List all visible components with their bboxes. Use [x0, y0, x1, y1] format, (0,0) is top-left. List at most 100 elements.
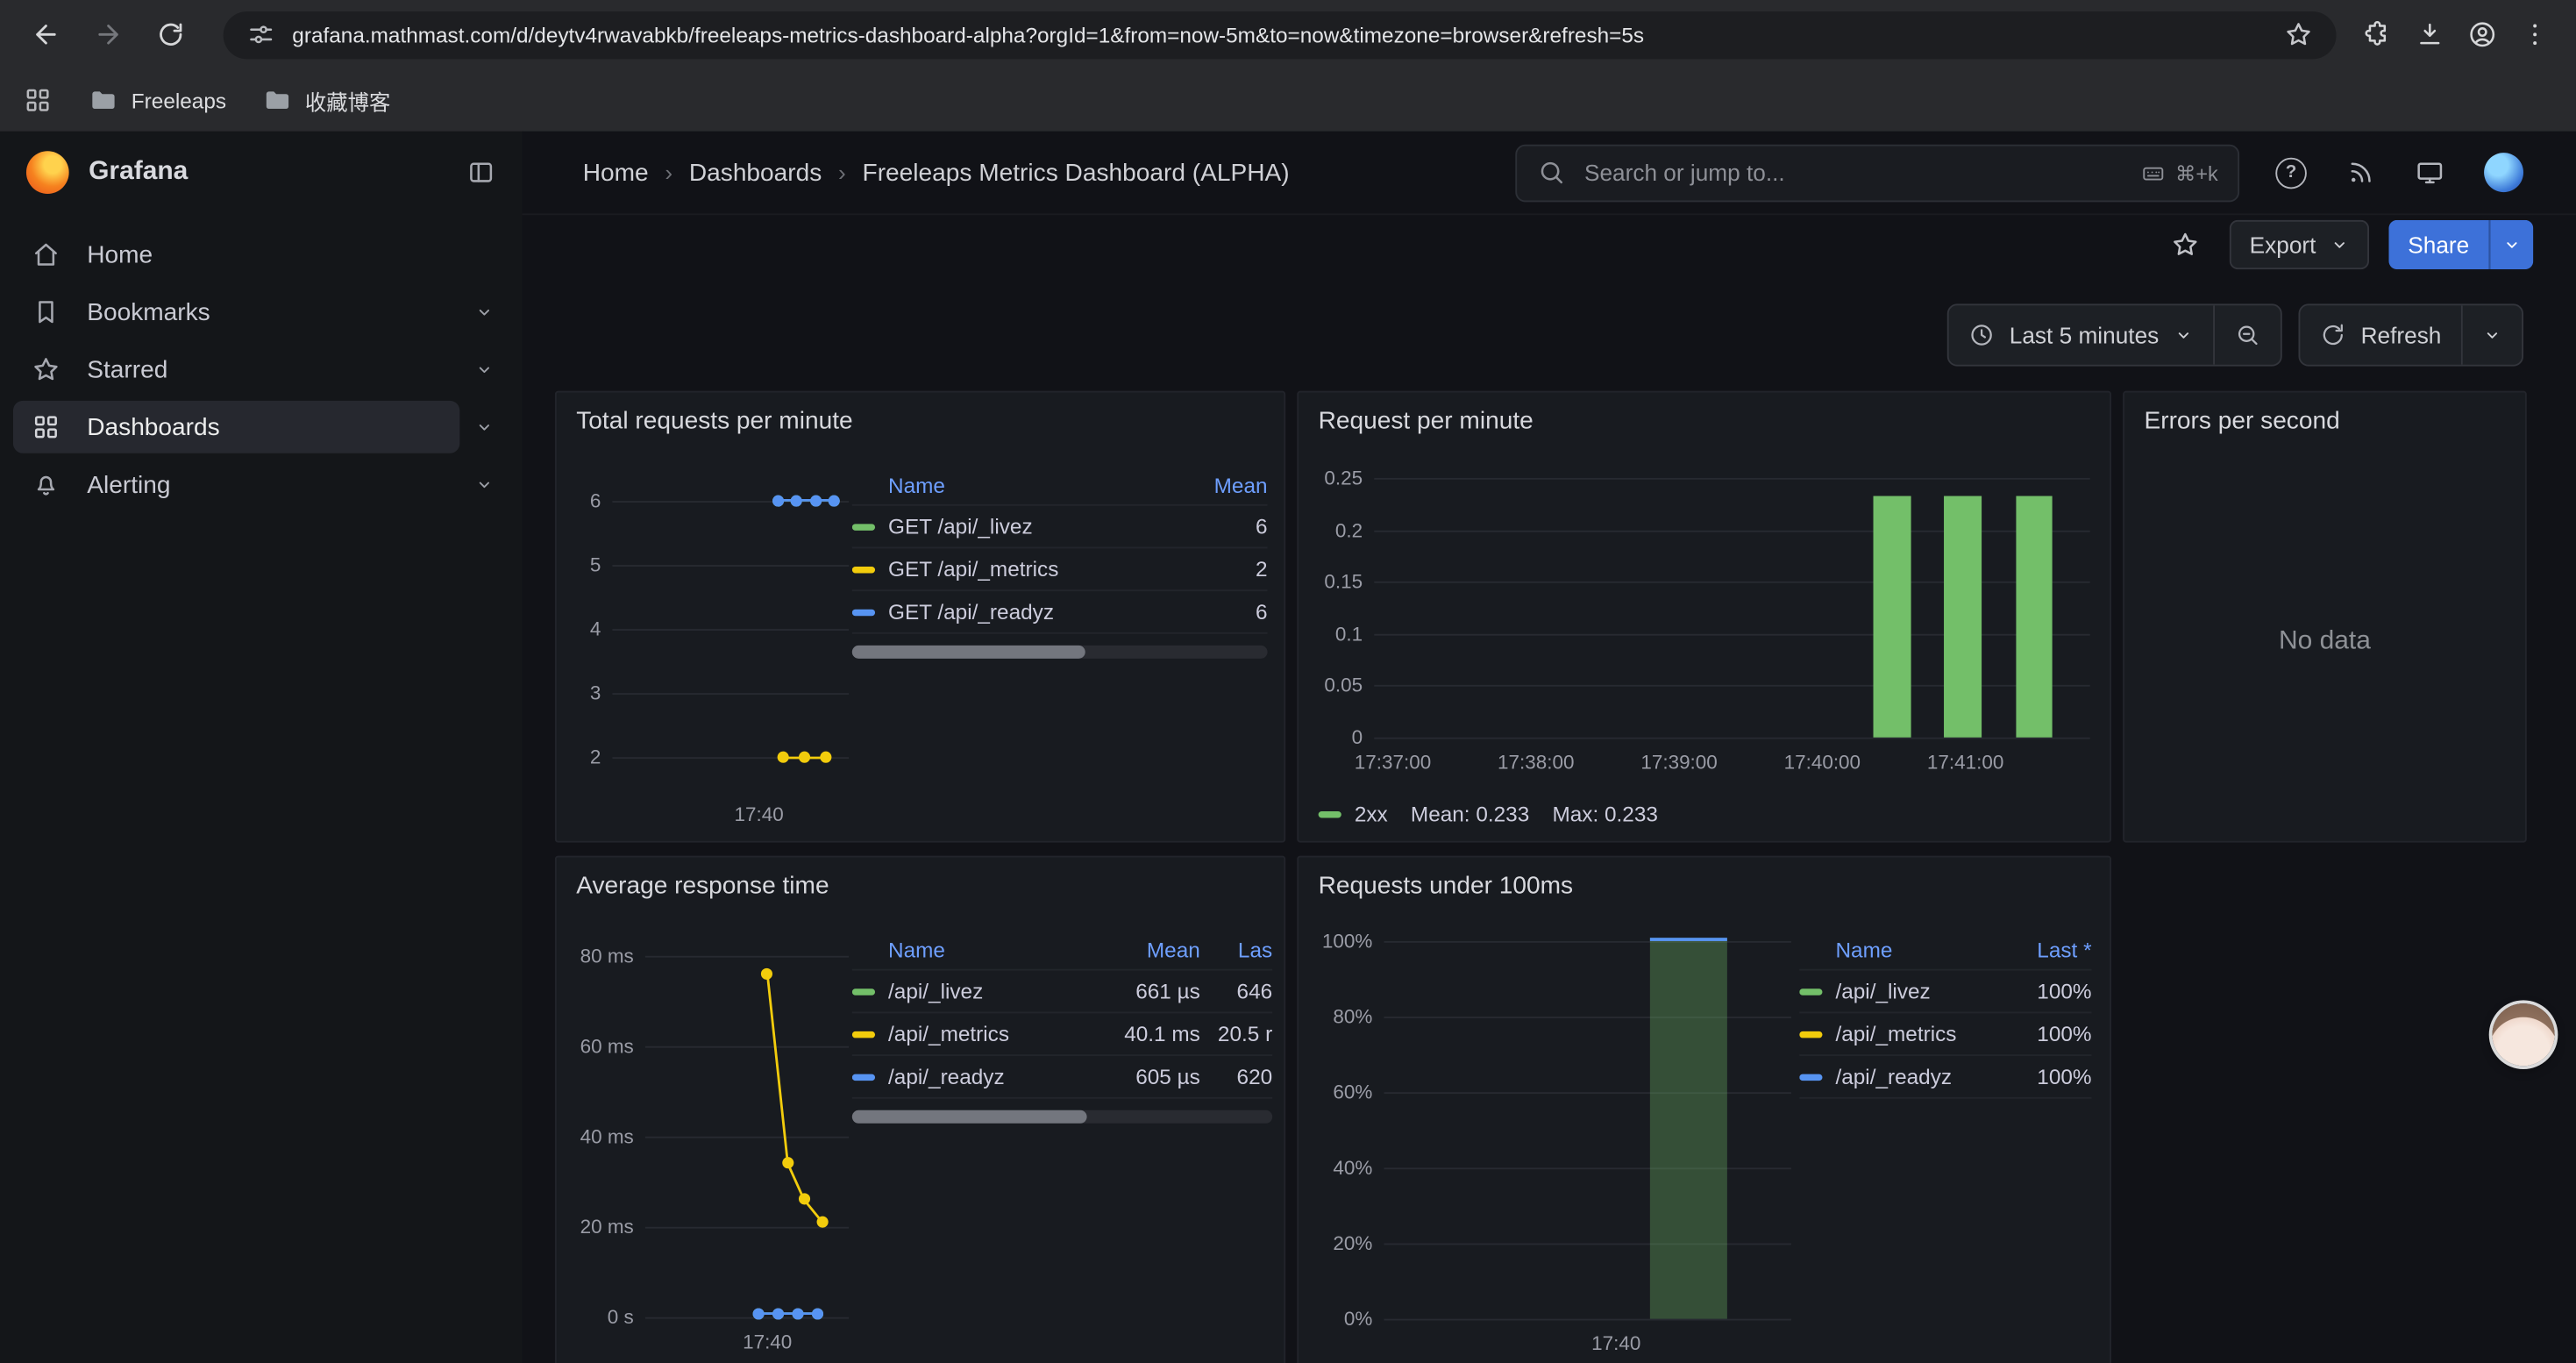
legend-header-value[interactable]: Mean	[1105, 937, 1200, 961]
chart-request-per-minute[interactable]: 0.250.20.150.10.05017:37:0017:38:0017:39…	[1312, 465, 2090, 777]
chart-total-requests[interactable]: 6543217:40	[566, 468, 849, 833]
legend-header-name[interactable]: Name	[852, 937, 1105, 961]
back-icon[interactable]	[19, 8, 72, 61]
x-tick-label: 17:40	[1591, 1332, 1640, 1355]
sidebar-item-starred[interactable]: Starred	[13, 343, 459, 396]
chevron-down-icon[interactable]	[459, 360, 509, 379]
y-tick-label: 60 ms	[580, 1034, 634, 1057]
plot-area[interactable]	[1384, 933, 1791, 1319]
bookmark-item[interactable]: 收藏博客	[262, 84, 390, 116]
grafana-logo[interactable]	[26, 151, 69, 194]
search-input[interactable]	[1581, 158, 2126, 188]
legend-row[interactable]: GET /api/_metrics2	[852, 548, 1268, 591]
chrome-profile-icon[interactable]	[2467, 19, 2497, 49]
browser-actions	[2363, 19, 2557, 49]
legend-header-name[interactable]: Name	[852, 472, 1192, 496]
search-box[interactable]: ⌘+k	[1515, 144, 2239, 202]
legend-scrollbar-thumb[interactable]	[852, 646, 1085, 659]
sidebar-item-alerting[interactable]: Alerting	[13, 458, 459, 510]
share-button[interactable]: Share	[2388, 220, 2489, 269]
sidebar-collapse-icon[interactable]	[466, 158, 496, 188]
chevron-down-icon[interactable]	[459, 303, 509, 322]
refresh-group: Refresh	[2298, 303, 2523, 366]
panel-title[interactable]: Average response time	[557, 857, 1284, 903]
sidebar-item-bookmarks[interactable]: Bookmarks	[13, 286, 459, 339]
legend-row[interactable]: /api/_livez661 µs646	[852, 971, 1272, 1014]
panel-title[interactable]: Request per minute	[1299, 393, 2110, 439]
legend-value: 661 µs	[1105, 979, 1200, 1003]
zoom-out-button[interactable]	[2213, 305, 2281, 364]
series-color-dash	[852, 1031, 875, 1037]
bookmark-item[interactable]: Freeleaps	[89, 85, 226, 115]
time-range-button[interactable]: Last 5 minutes	[1948, 305, 2213, 364]
legend-scrollbar[interactable]	[852, 646, 1268, 659]
download-icon[interactable]	[2415, 19, 2444, 49]
breadcrumb-dashboards[interactable]: Dashboards	[689, 159, 822, 187]
bar[interactable]	[2016, 496, 2053, 738]
series-color-dash	[852, 609, 875, 615]
plot-area[interactable]	[612, 468, 849, 790]
chevron-down-icon	[2174, 325, 2193, 345]
site-info-icon[interactable]	[246, 19, 276, 49]
bar[interactable]	[1650, 937, 1727, 1318]
bookmark-star-icon[interactable]	[2284, 19, 2314, 49]
data-point	[791, 495, 802, 506]
share-menu-button[interactable]	[2489, 220, 2534, 269]
help-icon[interactable]: ?	[2275, 157, 2307, 189]
address-bar[interactable]: grafana.mathmast.com/d/deytv4rwavabkb/fr…	[224, 11, 2337, 58]
legend-stat: Max: 0.233	[1552, 802, 1657, 826]
legend-row[interactable]: /api/_readyz605 µs620	[852, 1056, 1272, 1099]
chart-average-response-time[interactable]: 80 ms60 ms40 ms20 ms0 s17:40	[566, 933, 849, 1360]
news-icon[interactable]	[2346, 158, 2376, 188]
bar[interactable]	[1874, 496, 1911, 738]
legend-header-value[interactable]: Las	[1200, 937, 1272, 961]
legend-header-name[interactable]: Name	[1799, 937, 1993, 961]
refresh-button[interactable]: Refresh	[2300, 305, 2461, 364]
legend-header-row: NameMean	[852, 465, 1268, 506]
legend-row[interactable]: /api/_readyz100%	[1799, 1056, 2091, 1099]
chrome-menu-icon[interactable]	[2520, 19, 2550, 49]
plot-area[interactable]	[1374, 465, 2089, 738]
chevron-down-icon	[2502, 235, 2522, 254]
series-color-dash	[1799, 988, 1822, 994]
favorite-star-icon[interactable]	[2161, 220, 2210, 269]
user-avatar[interactable]	[2484, 153, 2523, 192]
share-split-button: Share	[2388, 220, 2533, 269]
legend-value: 100%	[1993, 979, 2091, 1003]
gridline	[1374, 582, 2089, 583]
export-button[interactable]: Export	[2230, 220, 2368, 269]
legend-scrollbar-thumb[interactable]	[852, 1110, 1087, 1124]
chevron-down-icon[interactable]	[459, 417, 509, 437]
plot-area[interactable]	[645, 933, 849, 1317]
sidebar-item-home[interactable]: Home	[13, 228, 509, 281]
y-tick-label: 0	[1352, 726, 1363, 749]
legend-row[interactable]: GET /api/_readyz6	[852, 591, 1268, 634]
refresh-interval-button[interactable]	[2461, 305, 2522, 364]
y-tick-label: 0.25	[1324, 467, 1363, 489]
forward-icon[interactable]	[82, 8, 135, 61]
bar[interactable]	[1944, 496, 1981, 738]
legend-row[interactable]: GET /api/_livez6	[852, 506, 1268, 549]
apps-grid-icon[interactable]	[23, 85, 53, 115]
panel-title[interactable]: Requests under 100ms	[1299, 857, 2110, 903]
legend-row[interactable]: /api/_livez100%	[1799, 971, 2091, 1014]
reload-icon[interactable]	[145, 8, 197, 61]
legend-header-value[interactable]: Last *	[1993, 937, 2091, 961]
legend-row[interactable]: /api/_metrics40.1 ms20.5 r	[852, 1013, 1272, 1056]
legend-header-value[interactable]: Mean	[1192, 472, 1267, 496]
chart-requests-under-100ms[interactable]: 100%80%60%40%20%0%17:40	[1312, 933, 1791, 1362]
legend-series-name: GET /api/_metrics	[852, 557, 1192, 582]
floating-avatar[interactable]	[2492, 1003, 2554, 1066]
chevron-down-icon[interactable]	[459, 475, 509, 494]
monitor-icon[interactable]	[2415, 158, 2444, 188]
legend-item[interactable]: 2xx	[1319, 802, 1388, 826]
panel-title[interactable]: Errors per second	[2124, 393, 2525, 439]
refresh-icon	[2320, 322, 2346, 348]
panel-title[interactable]: Total requests per minute	[557, 393, 1284, 439]
legend-row[interactable]: /api/_metrics100%	[1799, 1013, 2091, 1056]
legend-scrollbar[interactable]	[852, 1110, 1272, 1124]
breadcrumb-home[interactable]: Home	[583, 159, 649, 187]
extensions-icon[interactable]	[2363, 19, 2393, 49]
legend-series-label: GET /api/_livez	[888, 514, 1033, 539]
sidebar-item-dashboards[interactable]: Dashboards	[13, 401, 459, 453]
